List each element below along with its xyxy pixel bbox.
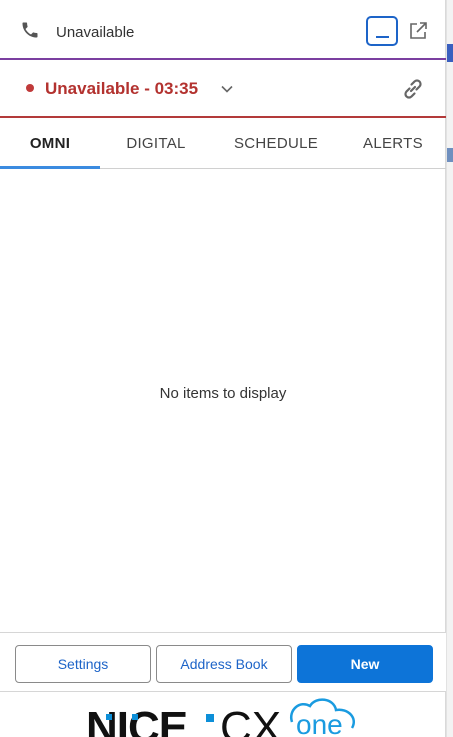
logo-graphic: NICE CX one bbox=[86, 698, 355, 737]
new-button[interactable]: New bbox=[297, 645, 433, 683]
popout-icon[interactable] bbox=[409, 22, 427, 40]
background-accent-mark bbox=[447, 44, 453, 62]
panel-header: Unavailable bbox=[0, 0, 446, 60]
empty-message: No items to display bbox=[159, 385, 287, 402]
settings-button[interactable]: Settings bbox=[15, 645, 151, 683]
logo-text-cx: CX bbox=[220, 703, 281, 737]
header-status-label: Unavailable bbox=[56, 24, 135, 41]
phone-icon bbox=[22, 22, 38, 38]
background-accent-mark bbox=[447, 148, 453, 162]
tab-digital[interactable]: DIGITAL bbox=[100, 118, 212, 168]
address-book-button[interactable]: Address Book bbox=[156, 645, 292, 683]
tab-omni[interactable]: OMNI bbox=[0, 118, 100, 169]
minimize-icon bbox=[376, 36, 389, 38]
tab-bar: OMNI DIGITAL SCHEDULE ALERTS bbox=[0, 118, 446, 169]
footer-actions: Settings Address Book New bbox=[0, 632, 446, 692]
chevron-down-icon[interactable] bbox=[220, 82, 234, 96]
status-label: Unavailable - 03:35 bbox=[45, 79, 199, 98]
link-icon[interactable] bbox=[400, 76, 426, 102]
logo-text-one: one bbox=[296, 709, 343, 737]
agent-status-selector[interactable]: Unavailable - 03:35 bbox=[0, 60, 446, 118]
status-dot bbox=[26, 84, 34, 92]
tab-schedule[interactable]: SCHEDULE bbox=[212, 118, 340, 168]
minimize-button[interactable] bbox=[366, 16, 398, 46]
agent-panel: Unavailable Unavailable - 03:35 OMNI DIG… bbox=[0, 0, 446, 737]
tab-alerts[interactable]: ALERTS bbox=[340, 118, 446, 168]
nice-cxone-logo: NICE CX one bbox=[0, 692, 446, 737]
background-window-edge bbox=[446, 0, 453, 737]
tab-content: No items to display bbox=[0, 169, 446, 632]
